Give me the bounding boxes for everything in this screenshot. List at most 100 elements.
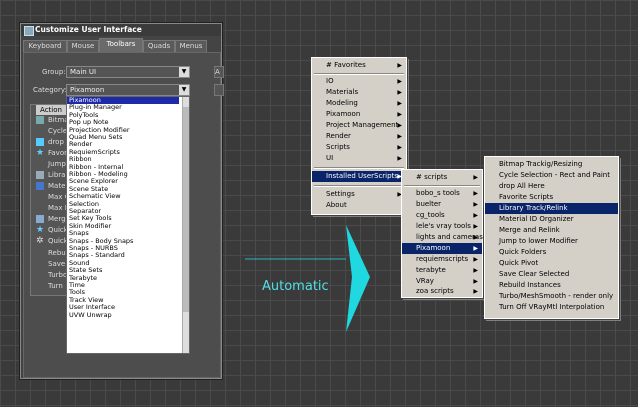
menu-item-settings[interactable]: Settings ▶ (312, 189, 406, 200)
submenu-arrow-icon: ▶ (473, 223, 478, 230)
scroll-thumb[interactable] (183, 107, 189, 312)
submenu-arrow-icon: ▶ (397, 144, 402, 151)
menu-item-lele-vray-tools[interactable]: lele's vray tools ▶ (402, 221, 482, 232)
submenu-arrow-icon: ▶ (473, 245, 478, 252)
menu-item-bitmap-tracking[interactable]: Bitmap Trackig/Resizing (485, 159, 618, 170)
action-item[interactable]: Turbo (48, 271, 67, 279)
menu-item-jump-lower-modifier[interactable]: Jump to lower Modifier (485, 236, 618, 247)
submenu-arrow-icon: ▶ (397, 78, 402, 85)
group-label: Group: (42, 68, 66, 76)
menu-item-quick-pivot[interactable]: Quick Pivot (485, 258, 618, 269)
menu-separator (314, 185, 404, 187)
submenu-arrow-icon: ▶ (397, 122, 402, 129)
actions-header[interactable]: Action (36, 105, 66, 115)
category-value: Pixamoon (70, 86, 105, 94)
menu-item-save-clear-selected[interactable]: Save Clear Selected (485, 269, 618, 280)
list-item[interactable]: UVW Unwrap (69, 311, 179, 319)
submenu-arrow-icon: ▶ (473, 174, 478, 181)
menu-item-ui[interactable]: UI ▶ (312, 153, 406, 164)
menu-item-about[interactable]: About (312, 200, 406, 211)
menu-item-turn-off-vraymtl[interactable]: Turn Off VRayMtl Interpolation (485, 302, 618, 313)
submenu-arrow-icon: ▶ (397, 100, 402, 107)
group-select[interactable]: Main UI ▼ (66, 66, 190, 78)
menu-item-quick-folders[interactable]: Quick Folders (485, 247, 618, 258)
submenu-arrow-icon: ▶ (397, 111, 402, 118)
menu-item-lights-cameras[interactable]: lights and cameras ▶ (402, 232, 483, 243)
submenu-arrow-icon: ▶ (473, 267, 478, 274)
menu-item-material-id-organizer[interactable]: Material ID Organizer (485, 214, 618, 225)
menu-item-turbo-meshsmooth[interactable]: Turbo/MeshSmooth - render only (485, 291, 618, 302)
menu-item-drop-all-here[interactable]: drop All Here (485, 181, 618, 192)
action-item[interactable]: Cycle (48, 127, 67, 135)
action-item[interactable]: drop (48, 138, 64, 146)
action-item[interactable]: Save (48, 260, 65, 268)
star-icon: ★ (36, 225, 45, 235)
arrow-icon (346, 225, 370, 332)
submenu-arrow-icon: ▶ (397, 133, 402, 140)
menu-item-library-track-relink[interactable]: Library Track/Relink (485, 203, 618, 214)
tab-bar: Keyboard Mouse Toolbars Quads Menus (23, 38, 221, 53)
drop-icon (36, 138, 44, 146)
menu-item-io[interactable]: IO ▶ (312, 76, 406, 87)
action-item[interactable]: Quick (48, 226, 68, 234)
menu-item-render[interactable]: Render ▶ (312, 131, 406, 142)
submenu-arrow-icon: ▶ (473, 212, 478, 219)
action-item[interactable]: Turn (48, 282, 63, 290)
right-partial-label: A (215, 68, 220, 76)
list-item[interactable]: Terabyte (69, 274, 179, 282)
menu-item-buelter[interactable]: buelter ▶ (402, 199, 482, 210)
star-icon: ★ (36, 148, 45, 158)
menu-item-requiemscripts[interactable]: requiemscripts ▶ (402, 254, 482, 265)
chevron-down-icon: ▼ (179, 85, 189, 95)
menu-item-pixamoon[interactable]: Pixamoon ▶ (402, 243, 482, 254)
menu-item-scripts[interactable]: Scripts ▶ (312, 142, 406, 153)
menu-item-merge-and-relink[interactable]: Merge and Relink (485, 225, 618, 236)
submenu-arrow-icon: ▶ (397, 62, 402, 69)
menu-item-modeling[interactable]: Modeling ▶ (312, 98, 406, 109)
menu-separator (404, 185, 480, 187)
dialog-titlebar[interactable]: Customize User Interface (21, 24, 221, 36)
right-partial-control-2[interactable] (214, 84, 224, 96)
app-icon (24, 26, 34, 36)
menu-separator (314, 73, 404, 75)
action-item[interactable]: Quick (48, 237, 68, 245)
gear-icon: ✲ (36, 236, 44, 246)
submenu-arrow-icon: ▶ (473, 256, 478, 263)
userscripts-submenu: # scripts ▶ bobo_s tools ▶ buelter ▶ cg_too… (401, 169, 483, 298)
pixamoon-submenu: Bitmap Trackig/Resizing Cycle Selection … (484, 156, 619, 319)
right-partial-control[interactable]: A (214, 66, 224, 78)
menu-item-favorites[interactable]: # Favorites ▶ (312, 60, 406, 71)
submenu-arrow-icon: ▶ (397, 89, 402, 96)
menu-item-cg-tools[interactable]: cg_tools ▶ (402, 210, 482, 221)
menu-item-terabyte[interactable]: terabyte ▶ (402, 265, 482, 276)
chevron-down-icon: ▼ (179, 67, 189, 77)
menu-item-scripts-folder[interactable]: # scripts ▶ (402, 172, 482, 183)
category-label: Category: (33, 86, 67, 94)
tab-toolbars[interactable]: Toolbars (99, 38, 143, 52)
menu-item-rebuild-instances[interactable]: Rebuild Instances (485, 280, 618, 291)
category-select[interactable]: Pixamoon ▼ (66, 84, 190, 96)
menu-item-project-management[interactable]: Project Management ▶ (312, 120, 406, 131)
submenu-arrow-icon: ▶ (473, 288, 478, 295)
menu-item-materials[interactable]: Materials ▶ (312, 87, 406, 98)
menu-item-installed-userscripts[interactable]: Installed UserScripts ▶ (312, 171, 406, 182)
action-item[interactable]: Jump (48, 160, 66, 168)
list-scrollbar[interactable] (182, 97, 189, 353)
menu-separator (314, 167, 404, 169)
menu-item-zoa-scripts[interactable]: zoa scripts ▶ (402, 286, 482, 297)
category-dropdown-list[interactable]: Pixamoon Plug-in Manager PolyTools Pop u… (66, 96, 190, 354)
library-icon (36, 171, 44, 179)
submenu-arrow-icon: ▶ (473, 234, 478, 241)
list-item[interactable]: Time (69, 281, 179, 289)
merge-icon (36, 215, 44, 223)
bitmap-icon (36, 116, 44, 124)
submenu-arrow-icon: ▶ (473, 201, 478, 208)
menu-item-favorite-scripts[interactable]: Favorite Scripts (485, 192, 618, 203)
submenu-arrow-icon: ▶ (397, 155, 402, 162)
menu-item-pixamoon[interactable]: Pixamoon ▶ (312, 109, 406, 120)
menu-item-cycle-selection[interactable]: Cycle Selection - Rect and Paint (485, 170, 618, 181)
group-value: Main UI (70, 68, 97, 76)
dialog-title: Customize User Interface (35, 25, 142, 34)
main-menu: # Favorites ▶ IO ▶ Materials ▶ Modeling ▶ Pi… (311, 57, 407, 215)
menu-item-bobo-tools[interactable]: bobo_s tools ▶ (402, 188, 482, 199)
